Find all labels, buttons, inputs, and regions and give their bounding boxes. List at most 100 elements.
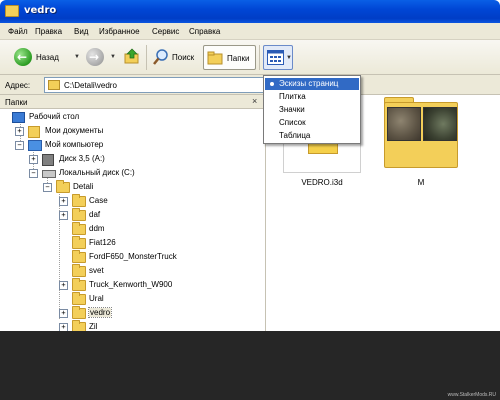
radio-dot-icon (270, 82, 274, 86)
folder-icon (72, 278, 86, 291)
collapse-icon[interactable]: − (15, 141, 24, 150)
menu-view[interactable]: Вид (74, 27, 88, 36)
view-option-label: Таблица (279, 131, 311, 140)
folder-icon (72, 306, 86, 319)
menu-favorites[interactable]: Избранное (99, 27, 140, 36)
tree-item-label: Case (89, 196, 108, 205)
back-button[interactable]: ← Назад ▼ (14, 45, 84, 70)
expand-icon[interactable]: + (15, 127, 24, 136)
address-field[interactable]: C:\Detali\vedro (44, 77, 276, 93)
folder-icon (5, 5, 19, 17)
address-value: C:\Detali\vedro (64, 81, 117, 90)
folder-icon (56, 180, 70, 193)
chevron-down-icon[interactable]: ▼ (74, 54, 80, 60)
view-option-list[interactable]: Список (265, 117, 359, 129)
view-option-icons[interactable]: Значки (265, 104, 359, 116)
desktop-background (0, 331, 500, 400)
floppy-icon (42, 154, 54, 166)
folders-pane-header: Папки × (0, 95, 266, 109)
tree-item-label: daf (89, 210, 101, 219)
folder-icon (72, 194, 86, 207)
folders-icon (207, 51, 223, 65)
tree-item-label: svet (89, 266, 104, 275)
view-option-label: Список (279, 118, 306, 127)
hard-drive-icon (42, 170, 56, 178)
back-arrow-icon: ← (14, 48, 32, 66)
tree-item-label: Мой компьютер (45, 140, 104, 149)
folder-up-icon (124, 48, 139, 64)
folder-icon (72, 250, 86, 263)
texture-preview (387, 107, 421, 141)
menu-bar: Файл Правка Вид Избранное Сервис Справка (0, 23, 500, 40)
folders-pane-title: Папки (5, 98, 28, 107)
folder-icon (72, 222, 86, 235)
collapse-icon[interactable]: − (43, 183, 52, 192)
file-name[interactable]: M (376, 178, 466, 187)
toolbar-separator (146, 45, 147, 70)
expand-icon[interactable]: + (59, 323, 68, 331)
computer-icon (28, 140, 42, 151)
expand-icon[interactable]: + (59, 309, 68, 318)
toolbar: ← Назад ▼ → ▼ Поиск Папки ▼ (0, 40, 500, 75)
tree-item-label: Zil (89, 322, 98, 331)
folders-label: Папки (227, 54, 250, 63)
view-option-label: Значки (279, 105, 305, 114)
folder-icon (72, 292, 86, 305)
views-button[interactable]: ▼ (263, 45, 293, 70)
title-bar[interactable]: vedro (0, 0, 500, 23)
search-label: Поиск (172, 53, 195, 62)
tree-item-label: FordF650_MonsterTruck (89, 252, 177, 261)
view-option-thumbnails[interactable]: Эскизы страниц (265, 78, 359, 90)
folder-tree[interactable]: Рабочий стол + Мои документы − Мой компь… (0, 109, 266, 331)
texture-preview (423, 107, 457, 141)
tree-item-label: Truck_Kenworth_W900 (89, 280, 173, 289)
window-title: vedro (24, 5, 57, 16)
folder-icon (72, 236, 86, 249)
close-icon[interactable]: × (252, 96, 257, 106)
folder-icon (48, 80, 60, 90)
view-option-label: Плитка (279, 92, 306, 101)
tree-item-label: vedro (87, 307, 113, 318)
back-label: Назад (36, 53, 59, 62)
forward-arrow-icon: → (86, 48, 104, 66)
up-button[interactable] (122, 45, 144, 70)
folder-icon (72, 320, 86, 331)
views-dropdown: Эскизы страниц Плитка Значки Список Табл… (263, 75, 361, 144)
search-icon (153, 49, 168, 65)
views-grid-icon (267, 50, 284, 65)
expand-icon[interactable]: + (59, 281, 68, 290)
forward-button[interactable]: → ▼ (86, 45, 122, 70)
tree-item-label: Локальный диск (C:) (59, 168, 135, 177)
view-option-details[interactable]: Таблица (265, 130, 359, 142)
collapse-icon[interactable]: − (29, 169, 38, 178)
expand-icon[interactable]: + (59, 197, 68, 206)
menu-help[interactable]: Справка (189, 27, 220, 36)
desktop-icon (12, 112, 25, 123)
view-option-tiles[interactable]: Плитка (265, 91, 359, 103)
address-label: Адрес: (5, 81, 31, 90)
watermark: www.StalkerMods.RU (447, 392, 496, 398)
expand-icon[interactable]: + (59, 211, 68, 220)
folders-button[interactable]: Папки (203, 45, 256, 70)
tree-item-label: Fiat126 (89, 238, 116, 247)
chevron-down-icon[interactable]: ▼ (286, 55, 292, 61)
menu-edit[interactable]: Правка (35, 27, 62, 36)
view-option-label: Эскизы страниц (279, 79, 339, 88)
folder-icon (72, 264, 86, 277)
documents-folder-icon (28, 126, 40, 138)
tree-item-label: Мои документы (45, 126, 104, 135)
expand-icon[interactable]: + (29, 155, 38, 164)
tree-item-label: Рабочий стол (29, 112, 80, 121)
folder-icon (72, 208, 86, 221)
file-name[interactable]: VEDRO.i3d (277, 178, 367, 187)
tree-item-label: ddm (89, 224, 105, 233)
tree-item-label: Detali (73, 182, 94, 191)
menu-tools[interactable]: Сервис (152, 27, 179, 36)
search-button[interactable]: Поиск (150, 45, 202, 70)
toolbar-separator (259, 45, 260, 70)
chevron-down-icon[interactable]: ▼ (110, 54, 116, 60)
tree-item-label: Диск 3,5 (A:) (59, 154, 105, 163)
address-bar: Адрес: C:\Detali\vedro (0, 75, 500, 95)
menu-file[interactable]: Файл (8, 27, 28, 36)
tree-item-label: Ural (89, 294, 104, 303)
